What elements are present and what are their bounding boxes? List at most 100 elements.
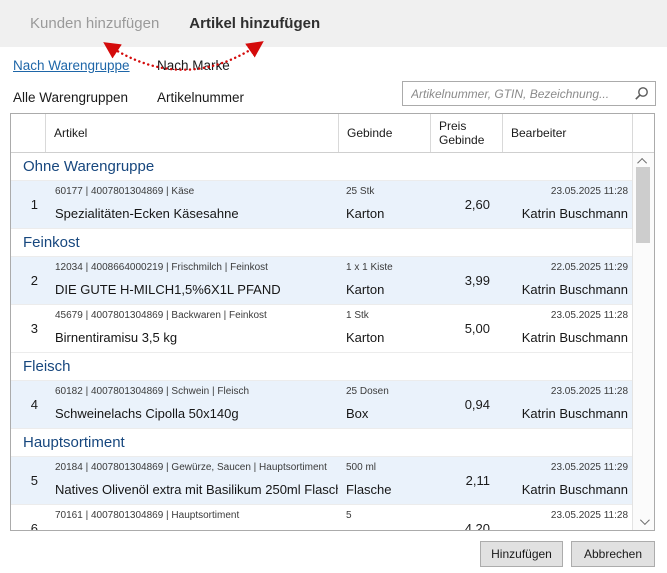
article-name: Spezialitäten-Ecken Käsesahne xyxy=(55,206,338,221)
edit-date: 23.05.2025 11:28 xyxy=(551,386,628,397)
link-nach-marke[interactable]: Nach Marke xyxy=(157,58,230,73)
preis-value: 5,00 xyxy=(465,321,490,336)
gebinde-cell: 1 Stk Karton xyxy=(338,305,430,352)
article-row[interactable]: 2 12034 | 4008664000219 | Frischmilch | F… xyxy=(11,257,632,305)
article-row[interactable]: 5 20184 | 4007801304869 | Gewürze, Saucen… xyxy=(11,457,632,505)
article-cell: 60177 | 4007801304869 | Käse Spezialitäte… xyxy=(45,181,338,228)
article-cell: 12034 | 4008664000219 | Frischmilch | Fe… xyxy=(45,257,338,304)
preis-cell: 5,00 xyxy=(430,305,502,352)
article-name: Natives Olivenöl extra mit Basilikum 250… xyxy=(55,482,338,497)
gebinde-name: Karton xyxy=(346,282,430,297)
search-input[interactable] xyxy=(402,81,656,106)
article-name: Birnentiramisu 3,5 kg xyxy=(55,330,338,345)
add-articles-dialog: Kunden hinzufügen Artikel hinzufügen Nac… xyxy=(0,0,667,573)
warengruppe-header[interactable]: Feinkost xyxy=(11,229,632,257)
article-cell: 60182 | 4007801304869 | Schwein | Fleisc… xyxy=(45,381,338,428)
header-gebinde[interactable]: Gebinde xyxy=(338,114,430,152)
editor-name: Katrin Buschmann xyxy=(522,206,628,221)
edit-date: 23.05.2025 11:28 xyxy=(551,310,628,321)
gebinde-cell: 500 ml Flasche xyxy=(338,457,430,504)
article-cell: 45679 | 4007801304869 | Backwaren | Fein… xyxy=(45,305,338,352)
article-meta: 12034 | 4008664000219 | Frischmilch | Fe… xyxy=(55,262,338,273)
article-list-header: Artikel Gebinde Preis Gebinde Bearbeiter xyxy=(11,114,654,153)
abbrechen-button[interactable]: Abbrechen xyxy=(571,541,655,567)
header-artikel[interactable]: Artikel xyxy=(45,114,338,152)
editor-name: Katrin Buschmann xyxy=(522,282,628,297)
article-row[interactable]: 1 60177 | 4007801304869 | Käse Spezialität… xyxy=(11,181,632,229)
gebinde-name: Karton xyxy=(346,330,430,345)
header-preis-gebinde[interactable]: Preis Gebinde xyxy=(430,114,502,152)
scrollbar-thumb[interactable] xyxy=(636,167,650,243)
article-row[interactable]: 460182 | 4007801304869 | Schwein | Fleis… xyxy=(11,381,632,429)
preis-value: 0,94 xyxy=(465,397,490,412)
view-switch: Nach Warengruppe Nach Marke xyxy=(13,58,230,73)
header-rownum xyxy=(11,114,45,152)
hinzufuegen-button[interactable]: Hinzufügen xyxy=(480,541,563,567)
gebinde-meta: 1 Stk xyxy=(346,310,430,321)
bearbeiter-cell: 23.05.2025 11:29 Katrin Buschmann xyxy=(502,457,632,504)
link-nach-warengruppe[interactable]: Nach Warengruppe xyxy=(13,58,157,73)
row-number: 2 xyxy=(11,257,45,304)
article-name: Schweinelachs Cipolla 50x140g xyxy=(55,406,338,421)
edit-date: 22.05.2025 11:29 xyxy=(551,262,628,273)
article-cell: 70161 | 4007801304869 | HauptsortimentTo… xyxy=(45,505,338,530)
edit-date: 23.05.2025 11:28 xyxy=(551,186,628,197)
preis-value: 2,60 xyxy=(465,197,490,212)
gebinde-meta: 500 ml xyxy=(346,462,430,473)
header-scroll-spacer xyxy=(632,114,654,152)
warengruppe-header[interactable]: Fleisch xyxy=(11,353,632,381)
vertical-scrollbar[interactable] xyxy=(632,153,654,530)
article-row[interactable]: 3 45679 | 4007801304869 | Backwaren | Fei… xyxy=(11,305,632,353)
dropdown-alle-warengruppen[interactable]: Alle Warengruppen xyxy=(13,90,157,105)
gebinde-name: Karton xyxy=(346,206,430,221)
tab-artikel-hinzufuegen[interactable]: Artikel hinzufügen xyxy=(189,15,320,32)
gebinde-cell: 5Stk xyxy=(338,505,430,530)
row-number: 1 xyxy=(11,181,45,228)
bearbeiter-cell: 23.05.2025 11:28 Katrin Buschmann xyxy=(502,305,632,352)
preis-cell: 0,94 xyxy=(430,381,502,428)
preis-value: 3,99 xyxy=(465,273,490,288)
warengruppe-header[interactable]: Hauptsortiment xyxy=(11,429,632,457)
preis-cell: 4,20 xyxy=(430,505,502,530)
preis-cell: 2,11 xyxy=(430,457,502,504)
article-list: Artikel Gebinde Preis Gebinde Bearbeiter… xyxy=(10,113,655,531)
gebinde-meta: 25 Stk xyxy=(346,186,430,197)
dialog-tabbar: Kunden hinzufügen Artikel hinzufügen xyxy=(0,0,667,47)
tab-kunden-hinzufuegen[interactable]: Kunden hinzufügen xyxy=(30,15,159,32)
article-row[interactable]: 670161 | 4007801304869 | HauptsortimentT… xyxy=(11,505,632,530)
article-list-body: Ohne Warengruppe160177 | 4007801304869 |… xyxy=(11,153,654,530)
search-icon[interactable] xyxy=(634,86,649,101)
article-meta: 20184 | 4007801304869 | Gewürze, Saucen … xyxy=(55,462,338,473)
row-number: 4 xyxy=(11,381,45,428)
header-bearbeiter[interactable]: Bearbeiter xyxy=(502,114,632,152)
gebinde-meta: 5 xyxy=(346,510,430,521)
warengruppe-header[interactable]: Ohne Warengruppe xyxy=(11,153,632,181)
gebinde-name: Box xyxy=(346,406,430,421)
bearbeiter-cell: 23.05.2025 11:28Katrin Buschmann xyxy=(502,505,632,530)
gebinde-name: Flasche xyxy=(346,482,430,497)
preis-value: 4,20 xyxy=(465,521,490,530)
edit-date: 23.05.2025 11:29 xyxy=(551,462,628,473)
bearbeiter-cell: 23.05.2025 11:28 Katrin Buschmann xyxy=(502,181,632,228)
article-meta: 60177 | 4007801304869 | Käse xyxy=(55,186,338,197)
editor-name: Katrin Buschmann xyxy=(522,482,628,497)
preis-value: 2,11 xyxy=(466,473,490,488)
bearbeiter-cell: 22.05.2025 11:29 Katrin Buschmann xyxy=(502,257,632,304)
bearbeiter-cell: 23.05.2025 11:28 Katrin Buschmann xyxy=(502,381,632,428)
search-box xyxy=(402,81,656,106)
gebinde-meta: 1 x 1 Kiste xyxy=(346,262,430,273)
sort-artikelnummer[interactable]: Artikelnummer xyxy=(157,90,244,105)
row-number: 3 xyxy=(11,305,45,352)
article-meta: 45679 | 4007801304869 | Backwaren | Fein… xyxy=(55,310,338,321)
gebinde-meta: 25 Dosen xyxy=(346,386,430,397)
gebinde-cell: 25 Dosen Box xyxy=(338,381,430,428)
article-name: DIE GUTE H-MILCH1,5%6X1L PFAND xyxy=(55,282,338,297)
filter-row: Alle Warengruppen Artikelnummer xyxy=(13,90,244,105)
row-number: 5 xyxy=(11,457,45,504)
article-rows: Ohne Warengruppe160177 | 4007801304869 |… xyxy=(11,153,632,530)
editor-name: Katrin Buschmann xyxy=(522,330,628,345)
row-number: 6 xyxy=(11,505,45,530)
gebinde-cell: 25 Stk Karton xyxy=(338,181,430,228)
editor-name: Katrin Buschmann xyxy=(522,406,628,421)
scroll-down-icon[interactable] xyxy=(633,514,654,529)
